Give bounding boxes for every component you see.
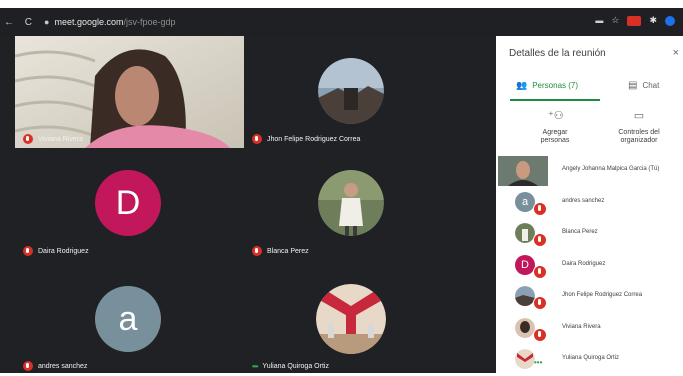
reload-button[interactable]: C [25,17,32,28]
avatar-initial: D [521,258,529,271]
action-label-line-1: Controles del [618,129,660,136]
cast-icon[interactable]: ▬ [595,16,603,25]
participant-tile[interactable]: Jhon Felipe Rodriguez Correa [244,36,474,148]
participant-name: Yuliana Quiroga Ortiz [562,355,620,361]
avatar [515,223,535,243]
participant-name: andres sanchez [562,197,605,204]
participant-name: Jhon Felipe Rodriguez Correa [562,292,643,298]
chat-icon: ▤ [628,80,638,91]
participant-name: Jhon Felipe Rodriguez Correa [267,135,361,143]
avatar [318,170,384,236]
mic-off-icon [23,134,33,144]
participant-name-row: ••• Yuliana Quiroga Ortiz [252,362,329,371]
participant-tile[interactable]: Blanca Perez [244,148,474,260]
avatar-initial: a [521,195,529,208]
tab-label: Chat [642,81,660,90]
avatar [515,317,535,338]
speaking-indicator-icon: ••• [252,362,258,371]
mic-off-icon [533,201,547,216]
avatar [515,286,535,306]
mic-off-icon [23,361,33,371]
participant-name-row: Daira Rodriguez [23,246,89,256]
avatar: D [515,254,535,275]
mic-off-icon [252,134,262,144]
mic-off-icon [533,264,547,279]
speaking-indicator-icon: ••• [534,358,543,367]
add-person-icon: ⁺⚇ [548,110,564,122]
avatar: D [95,170,161,236]
list-item[interactable]: Jhon Felipe Rodriguez Correa [496,281,683,313]
tab-label: Personas (7) [532,81,579,90]
lock-icon: ● [44,17,50,27]
host-controls-button[interactable]: ▭ Controles del organizador [604,110,674,145]
participant-name-row: andres sanchez [23,361,87,371]
mic-off-icon [23,246,33,256]
avatar [316,284,386,354]
participant-name-row: Blanca Perez [252,246,309,256]
participant-tile[interactable]: ••• Yuliana Quiroga Ortiz [244,260,474,372]
avatar: a [515,191,535,212]
panel-title: Detalles de la reunión [509,48,606,59]
mic-off-icon [533,233,547,247]
meeting-details-panel: Detalles de la reunión × 👥 Personas (7) … [496,36,683,373]
mic-off-icon [252,246,262,256]
list-item[interactable]: a andres sanchez [496,187,683,219]
avatar [515,349,535,369]
avatar: a [95,286,161,352]
participant-name-row: Viviana Rivera [23,134,83,144]
list-item[interactable]: D Daira Rodriguez [496,250,683,282]
star-icon[interactable]: ☆ [611,15,619,26]
profile-icon[interactable] [665,15,675,26]
participant-video [15,36,245,148]
action-label-line-2: personas [540,137,570,144]
participant-name: Viviana Rivera [562,323,601,330]
avatar-initial: D [115,183,141,222]
back-button[interactable]: ← [4,17,14,28]
list-item[interactable]: ••• Yuliana Quiroga Ortiz [496,344,683,376]
participant-tile[interactable]: Viviana Rivera [15,36,245,148]
extension-icon[interactable] [627,15,642,26]
puzzle-icon[interactable]: ✱ [649,15,657,26]
participant-name: Viviana Rivera [38,135,84,143]
url-host: meet.google.com [54,17,124,27]
participant-name: Daira Rodriguez [562,260,606,267]
participant-name: Angely Johanna Malpica Garcia (Tú) [562,166,660,172]
list-item[interactable]: Angely Johanna Malpica Garcia (Tú) [496,155,683,187]
participant-tile[interactable]: D Daira Rodriguez [15,148,245,260]
video-grid: Viviana Rivera Jhon Felipe Rodriguez Cor… [0,36,496,373]
close-icon[interactable]: × [673,47,679,59]
browser-nav: ← C [4,17,40,28]
participant-name: Daira Rodriguez [38,247,89,255]
active-tab-indicator [510,99,600,101]
people-icon: 👥 [516,80,528,90]
action-label-line-2: organizador [620,137,658,144]
tab-chat[interactable]: ▤ Chat [628,80,659,91]
self-video-thumbnail [498,156,548,186]
host-controls-icon: ▭ [633,110,645,122]
tab-people[interactable]: 👥 Personas (7) [516,80,578,91]
participant-name: Blanca Perez [562,229,598,235]
participant-name: Yuliana Quiroga Ortiz [262,363,329,370]
mic-off-icon [533,296,547,310]
participant-list: Angely Johanna Malpica Garcia (Tú) a and… [496,155,683,376]
action-label-line-1: Agregar [542,129,568,136]
avatar-initial: a [118,299,138,338]
address-bar[interactable]: ● meet.google.com /jsv-fpoe-gdp [44,17,176,27]
participant-name: andres sanchez [38,362,88,370]
participant-tile[interactable]: a andres sanchez [15,260,245,372]
list-item[interactable]: Viviana Rivera [496,313,683,345]
url-path: /jsv-fpoe-gdp [123,17,176,27]
mic-off-icon [533,327,547,342]
list-item[interactable]: Blanca Perez [496,218,683,250]
participant-name: Blanca Perez [267,247,309,255]
participant-name-row: Jhon Felipe Rodriguez Correa [252,134,360,144]
browser-toolbar: ← C ● meet.google.com /jsv-fpoe-gdp ▬ ☆ … [0,8,683,36]
add-people-button[interactable]: ⁺⚇ Agregar personas [520,110,590,145]
avatar [318,58,384,124]
extensions-area: ▬ ☆ ✱ [595,15,675,26]
